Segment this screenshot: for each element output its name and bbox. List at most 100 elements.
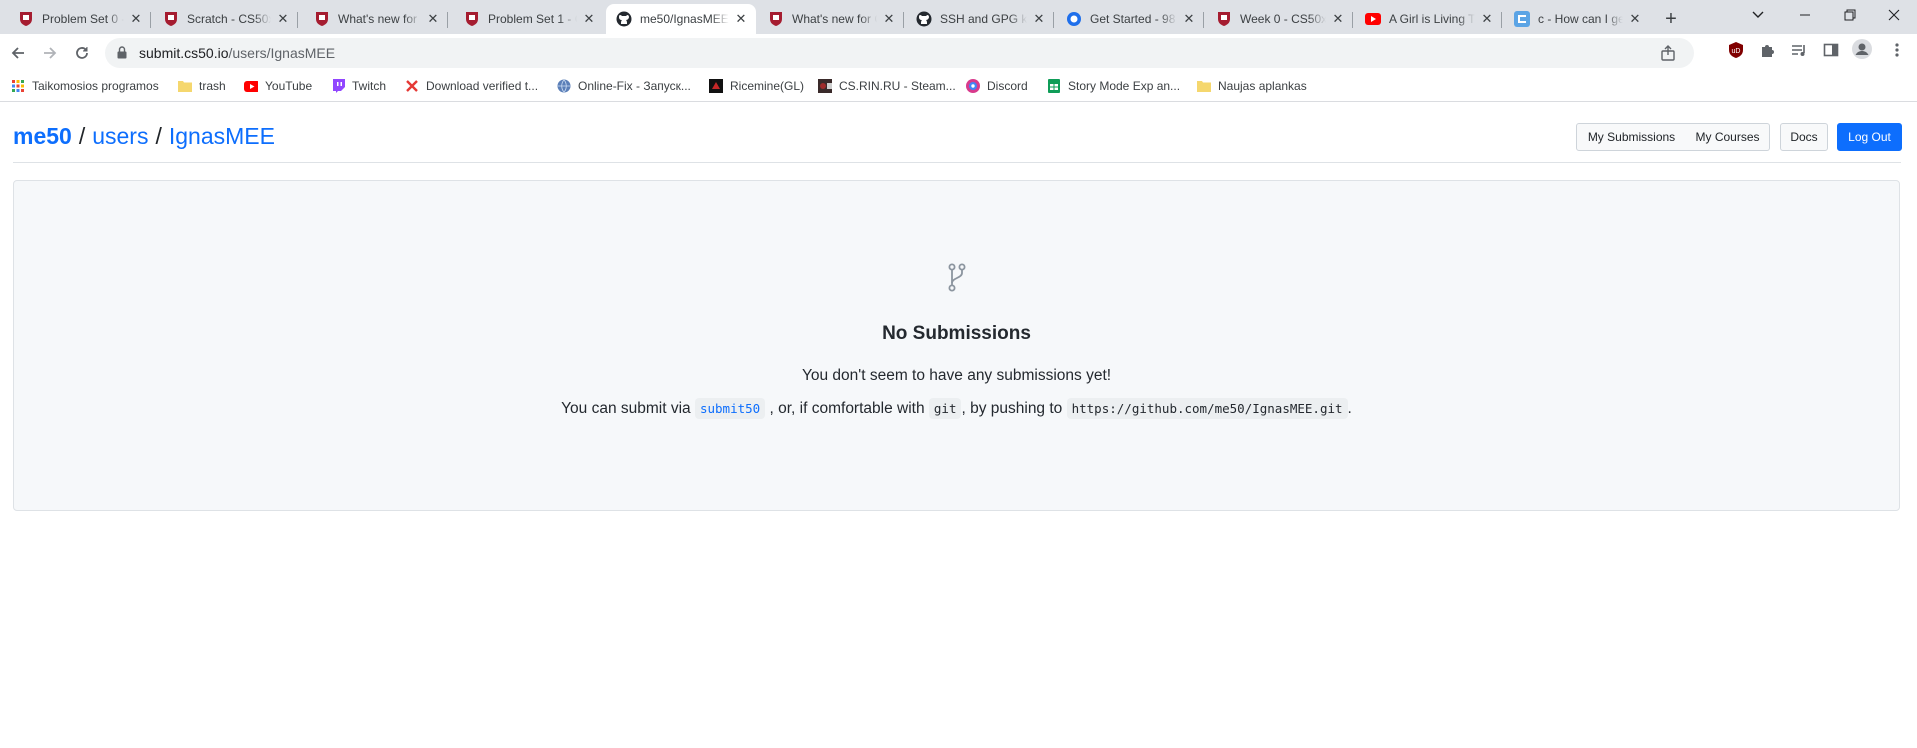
tab[interactable]: What's new for CS50x ✕	[304, 4, 448, 34]
tab[interactable]: What's new for CS50x ✕	[758, 4, 904, 34]
username-link[interactable]: IgnasMEE	[169, 123, 275, 149]
bookmark-csrin[interactable]: CS.RIN.RU - Steam...	[818, 77, 956, 95]
tab[interactable]: Week 0 - CS50x 2022 ✕	[1206, 4, 1353, 34]
tab[interactable]: c - How can I get ✕	[1504, 4, 1650, 34]
git-branch-icon	[947, 263, 967, 298]
breadcrumb-separator: /	[78, 123, 86, 149]
bookmark-discord[interactable]: Discord	[966, 77, 1028, 95]
instruction-text: You can submit via	[561, 400, 691, 417]
close-icon[interactable]: ✕	[425, 11, 441, 27]
tab[interactable]: SSH and GPG keys ✕	[906, 4, 1054, 34]
tab-title: me50/IgnasMEE	[640, 12, 729, 26]
reload-icon[interactable]	[68, 39, 96, 67]
empty-title: No Submissions	[882, 323, 1031, 344]
users-link[interactable]: users	[92, 123, 148, 149]
bookmark-download-verified[interactable]: Download verified t...	[405, 77, 538, 95]
browser-toolbar: submit.cs50.io/users/IgnasMEE uD	[0, 34, 1917, 91]
my-submissions-button[interactable]: My Submissions	[1576, 123, 1687, 151]
url-domain: submit.cs50.io	[139, 45, 229, 61]
ricemine-icon	[709, 79, 723, 93]
sheets-icon	[1047, 79, 1061, 93]
restore-icon[interactable]	[1826, 0, 1874, 30]
tab-title: Get Started - 98	[1090, 12, 1176, 26]
extensions-puzzle-icon[interactable]	[1757, 40, 1777, 60]
tab-title: c - How can I get	[1538, 12, 1623, 26]
tab-title: What's new for CS50x	[338, 12, 421, 26]
new-tab-button[interactable]: +	[1658, 6, 1684, 32]
tab[interactable]: Get Started - 98 ✕	[1056, 4, 1204, 34]
tab[interactable]: A Girl is Living T ✕	[1355, 4, 1502, 34]
close-icon[interactable]: ✕	[1181, 11, 1197, 27]
side-panel-icon[interactable]	[1821, 40, 1841, 60]
my-courses-button[interactable]: My Courses	[1686, 123, 1770, 151]
close-icon[interactable]: ✕	[1330, 11, 1346, 27]
profile-avatar-icon[interactable]	[1852, 39, 1872, 59]
github-icon	[916, 11, 932, 27]
tab-title: Problem Set 0 - CS50x 2022	[42, 12, 124, 26]
url-text: submit.cs50.io/users/IgnasMEE	[139, 45, 335, 61]
bookmark-label: Twitch	[352, 79, 387, 93]
bookmark-trash[interactable]: trash	[178, 77, 226, 95]
close-icon[interactable]: ✕	[733, 11, 749, 27]
ublock-icon[interactable]: uD	[1726, 40, 1746, 60]
lock-icon[interactable]	[117, 46, 127, 64]
bookmark-youtube[interactable]: YouTube	[244, 77, 312, 95]
github-icon	[616, 11, 632, 27]
empty-message: You don't seem to have any submissions y…	[801, 367, 1112, 384]
harvard-shield-icon	[768, 11, 784, 27]
close-icon[interactable]: ✕	[881, 11, 897, 27]
twitch-icon	[331, 79, 345, 93]
tab-search-icon[interactable]	[1734, 0, 1782, 30]
close-icon[interactable]: ✕	[1031, 11, 1047, 27]
harvard-shield-icon	[18, 11, 34, 27]
tab[interactable]: Problem Set 0 - CS50x 2022 ✕	[8, 4, 151, 34]
harvard-shield-icon	[314, 11, 330, 27]
back-icon[interactable]	[4, 39, 32, 67]
media-queue-icon[interactable]	[1789, 40, 1809, 60]
repo-url-code: https://github.com/me50/IgnasMEE.git	[1066, 398, 1348, 419]
bookmark-label: trash	[199, 79, 226, 93]
tab-title: Scratch - CS50x 2022	[187, 12, 271, 26]
empty-state-panel: No Submissions You don't seem to have an…	[13, 180, 1900, 511]
tab-active[interactable]: me50/IgnasMEE ✕	[606, 4, 756, 34]
log-out-button[interactable]: Log Out	[1837, 123, 1902, 151]
tab[interactable]: Scratch - CS50x 2022 ✕	[153, 4, 298, 34]
brand-link[interactable]: me50	[13, 123, 72, 149]
discord-icon	[966, 79, 980, 93]
tab-title: A Girl is Living T	[1389, 12, 1475, 26]
bookmark-ricemine[interactable]: Ricemine(GL)	[709, 77, 804, 95]
bookmark-label: Taikomosios programos	[32, 79, 159, 93]
bookmark-label: Naujas aplankas	[1218, 79, 1307, 93]
bookmark-naujas-aplankas[interactable]: Naujas aplankas	[1197, 77, 1307, 95]
address-bar[interactable]: submit.cs50.io/users/IgnasMEE	[105, 38, 1694, 68]
docs-button[interactable]: Docs	[1780, 123, 1828, 151]
bookmark-story-mode[interactable]: Story Mode Exp an...	[1047, 77, 1180, 95]
bookmark-label: YouTube	[265, 79, 313, 93]
folder-icon	[1197, 79, 1211, 93]
youtube-icon	[244, 79, 258, 93]
close-icon[interactable]: ✕	[1627, 11, 1643, 27]
bookmark-apps[interactable]: Taikomosios programos	[11, 77, 159, 95]
bookmark-label: CS.RIN.RU - Steam...	[839, 79, 956, 93]
bookmark-online-fix[interactable]: Online-Fix - Запуск...	[557, 77, 691, 95]
submit50-link[interactable]: submit50	[694, 398, 766, 419]
close-icon[interactable]: ✕	[128, 11, 144, 27]
breadcrumb-separator: /	[155, 123, 162, 149]
forward-icon[interactable]	[36, 39, 64, 67]
harvard-shield-icon	[464, 11, 480, 27]
close-window-icon[interactable]	[1870, 0, 1917, 30]
bookmark-twitch[interactable]: Twitch	[331, 77, 386, 95]
tab-strip: Problem Set 0 - CS50x 2022 ✕ Scratch - C…	[0, 0, 1917, 34]
tab[interactable]: Problem Set 1 - CS50x 2022 ✕	[454, 4, 604, 34]
minimize-icon[interactable]	[1781, 0, 1829, 30]
share-icon[interactable]	[1659, 44, 1677, 62]
close-icon[interactable]: ✕	[581, 11, 597, 27]
close-icon[interactable]: ✕	[275, 11, 291, 27]
bookmark-label: Story Mode Exp an...	[1068, 79, 1181, 93]
header-divider	[13, 162, 1901, 163]
x-logo-icon	[405, 79, 419, 93]
bookmark-label: Ricemine(GL)	[730, 79, 805, 93]
close-icon[interactable]: ✕	[1479, 11, 1495, 27]
kebab-menu-icon[interactable]	[1887, 40, 1907, 60]
bookmark-label: Discord	[987, 79, 1028, 93]
